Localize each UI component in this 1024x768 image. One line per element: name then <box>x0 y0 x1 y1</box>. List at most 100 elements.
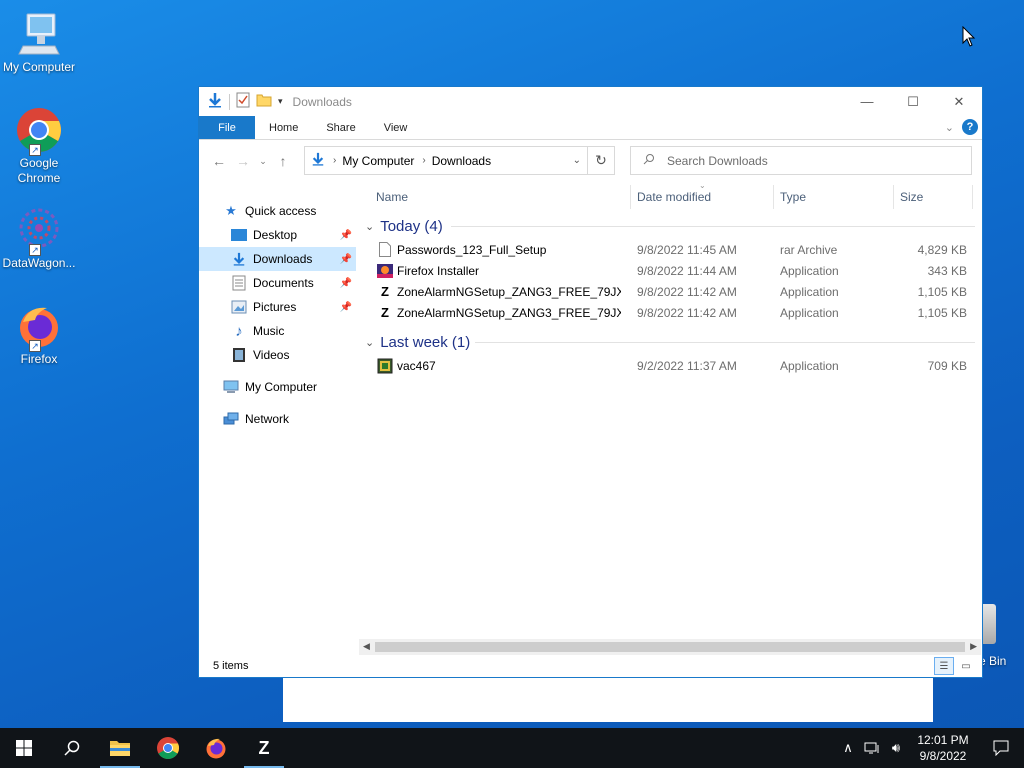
up-button[interactable]: ↑ <box>271 149 295 173</box>
column-size[interactable]: Size <box>894 182 923 212</box>
properties-icon[interactable] <box>236 92 250 111</box>
column-type[interactable]: Type <box>774 182 806 212</box>
nav-label: Music <box>253 324 285 338</box>
shortcut-arrow-icon: ↗ <box>29 244 41 256</box>
scroll-right-icon[interactable]: ▶ <box>970 641 977 652</box>
downloads-arrow-icon[interactable] <box>207 92 223 111</box>
pin-icon[interactable]: 📌 <box>340 254 352 265</box>
file-date: 9/8/2022 11:42 AM <box>637 284 737 299</box>
pin-icon[interactable]: 📌 <box>340 278 352 289</box>
tab-file[interactable]: File <box>199 116 255 139</box>
back-button[interactable]: ← <box>207 149 231 173</box>
scroll-left-icon[interactable]: ◀ <box>363 641 370 652</box>
ribbon-tabs: File Home Share View ⌄ ? <box>199 116 982 140</box>
taskbar-file-explorer[interactable] <box>96 728 144 768</box>
title-bar[interactable]: ▾ Downloads — ☐ ✕ <box>199 87 982 116</box>
nav-videos[interactable]: Videos <box>199 343 356 367</box>
file-date: 9/8/2022 11:45 AM <box>637 242 737 257</box>
forward-button[interactable]: → <box>231 149 255 173</box>
breadcrumb-separator-icon[interactable]: › <box>422 155 425 166</box>
shortcut-arrow-icon: ↗ <box>29 340 41 352</box>
refresh-button[interactable]: ↻ <box>588 146 615 175</box>
file-type: Application <box>780 284 839 299</box>
details-view-icon[interactable]: ☰ <box>934 657 954 675</box>
search-input[interactable]: Search Downloads <box>630 146 972 175</box>
table-row[interactable]: vac467 9/2/2022 11:37 AM Application 709… <box>359 355 981 376</box>
tab-view[interactable]: View <box>370 116 422 139</box>
desktop-icon-google-chrome[interactable]: ↗ Google Chrome <box>0 106 78 186</box>
show-hidden-icons-icon[interactable]: ∧ <box>836 740 860 756</box>
large-icons-view-icon[interactable]: ▭ <box>956 657 976 675</box>
mouse-cursor-icon <box>962 25 976 51</box>
search-button[interactable] <box>48 728 96 768</box>
help-icon[interactable]: ? <box>962 119 978 135</box>
pin-icon[interactable]: 📌 <box>340 302 352 313</box>
taskbar-zonealarm[interactable]: Z <box>240 728 288 768</box>
background-window <box>283 677 933 722</box>
table-row[interactable]: Passwords_123_Full_Setup 9/8/2022 11:45 … <box>359 239 981 260</box>
nav-label: My Computer <box>245 380 318 394</box>
table-row[interactable]: Z ZoneAlarmNGSetup_ZANG3_FREE_79JXW1 9/8/… <box>359 302 981 323</box>
nav-label: Documents <box>253 276 314 290</box>
taskbar-chrome[interactable] <box>144 728 192 768</box>
tab-home[interactable]: Home <box>255 116 312 139</box>
address-bar[interactable]: › My Computer › Downloads ⌄ <box>304 146 588 175</box>
desktop-icon-firefox[interactable]: ↗ Firefox <box>0 302 78 367</box>
nav-network[interactable]: Network <box>199 407 356 431</box>
desktop-icon-my-computer[interactable]: My Computer <box>0 10 78 75</box>
maximize-button[interactable]: ☐ <box>890 87 936 116</box>
nav-quick-access[interactable]: ★ Quick access <box>199 199 356 223</box>
volume-icon[interactable]: 🔊︎ <box>884 740 908 756</box>
minimize-button[interactable]: — <box>844 87 890 116</box>
tab-share[interactable]: Share <box>312 116 369 139</box>
scrollbar-thumb[interactable] <box>375 642 965 652</box>
music-icon: ♪ <box>235 322 243 340</box>
taskbar-firefox[interactable] <box>192 728 240 768</box>
customize-qat-icon[interactable]: ▾ <box>278 96 283 107</box>
network-status-icon[interactable] <box>860 741 884 755</box>
desktop-icon-recycle-bin[interactable]: e Bin <box>979 604 1006 668</box>
ribbon-right: ⌄ ? <box>945 119 978 135</box>
zonealarm-icon: Z <box>258 737 270 758</box>
system-clock[interactable]: 12:01 PM 9/8/2022 <box>908 732 978 764</box>
nav-downloads[interactable]: Downloads 📌 <box>199 247 356 271</box>
column-headers: Name Date modified ⌄ Type Size <box>359 181 981 212</box>
file-date: 9/8/2022 11:44 AM <box>637 263 737 278</box>
table-row[interactable]: Firefox Installer 9/8/2022 11:44 AM Appl… <box>359 260 981 281</box>
desktop-icon-datawagon[interactable]: ↗ DataWagon... <box>0 206 78 271</box>
nav-pictures[interactable]: Pictures 📌 <box>199 295 356 319</box>
breadcrumb-downloads[interactable]: Downloads <box>432 154 491 168</box>
recent-locations-button[interactable]: ⌄ <box>255 149 271 173</box>
computer-icon <box>15 10 63 58</box>
address-dropdown-icon[interactable]: ⌄ <box>573 155 581 166</box>
star-icon: ★ <box>225 203 237 218</box>
horizontal-scrollbar[interactable]: ◀ ▶ <box>359 639 981 655</box>
item-count: 5 items <box>213 660 249 672</box>
pin-icon[interactable]: 📌 <box>340 230 352 241</box>
close-button[interactable]: ✕ <box>936 87 982 116</box>
group-header-today[interactable]: ⌄ Today (4) <box>359 213 981 239</box>
nav-my-computer[interactable]: My Computer <box>199 375 356 399</box>
firefox-installer-icon <box>377 263 393 279</box>
file-type: rar Archive <box>780 242 838 257</box>
nav-desktop[interactable]: Desktop 📌 <box>199 223 356 247</box>
collapse-chevron-icon[interactable]: ⌄ <box>365 220 374 233</box>
expand-ribbon-icon[interactable]: ⌄ <box>945 121 954 134</box>
file-explorer-window: ▾ Downloads — ☐ ✕ File Home Share View ⌄… <box>198 86 983 678</box>
notifications-icon[interactable] <box>978 740 1024 756</box>
videos-icon <box>231 347 247 363</box>
breadcrumb-separator-icon[interactable]: › <box>333 155 336 166</box>
nav-label: Desktop <box>253 228 298 242</box>
view-toggle: ☰ ▭ <box>934 657 976 675</box>
new-folder-icon[interactable] <box>256 92 272 111</box>
group-header-last-week[interactable]: ⌄ Last week (1) <box>359 329 981 355</box>
collapse-chevron-icon[interactable]: ⌄ <box>365 336 374 349</box>
column-name[interactable]: Name <box>370 182 408 212</box>
breadcrumb-my-computer[interactable]: My Computer <box>342 154 414 168</box>
nav-documents[interactable]: Documents 📌 <box>199 271 356 295</box>
nav-music[interactable]: ♪ Music <box>199 319 356 343</box>
start-button[interactable] <box>0 728 48 768</box>
table-row[interactable]: Z ZoneAlarmNGSetup_ZANG3_FREE_79JX... 9/8… <box>359 281 981 302</box>
column-divider[interactable] <box>972 185 973 209</box>
desktop-icon-label: Firefox <box>20 352 58 366</box>
